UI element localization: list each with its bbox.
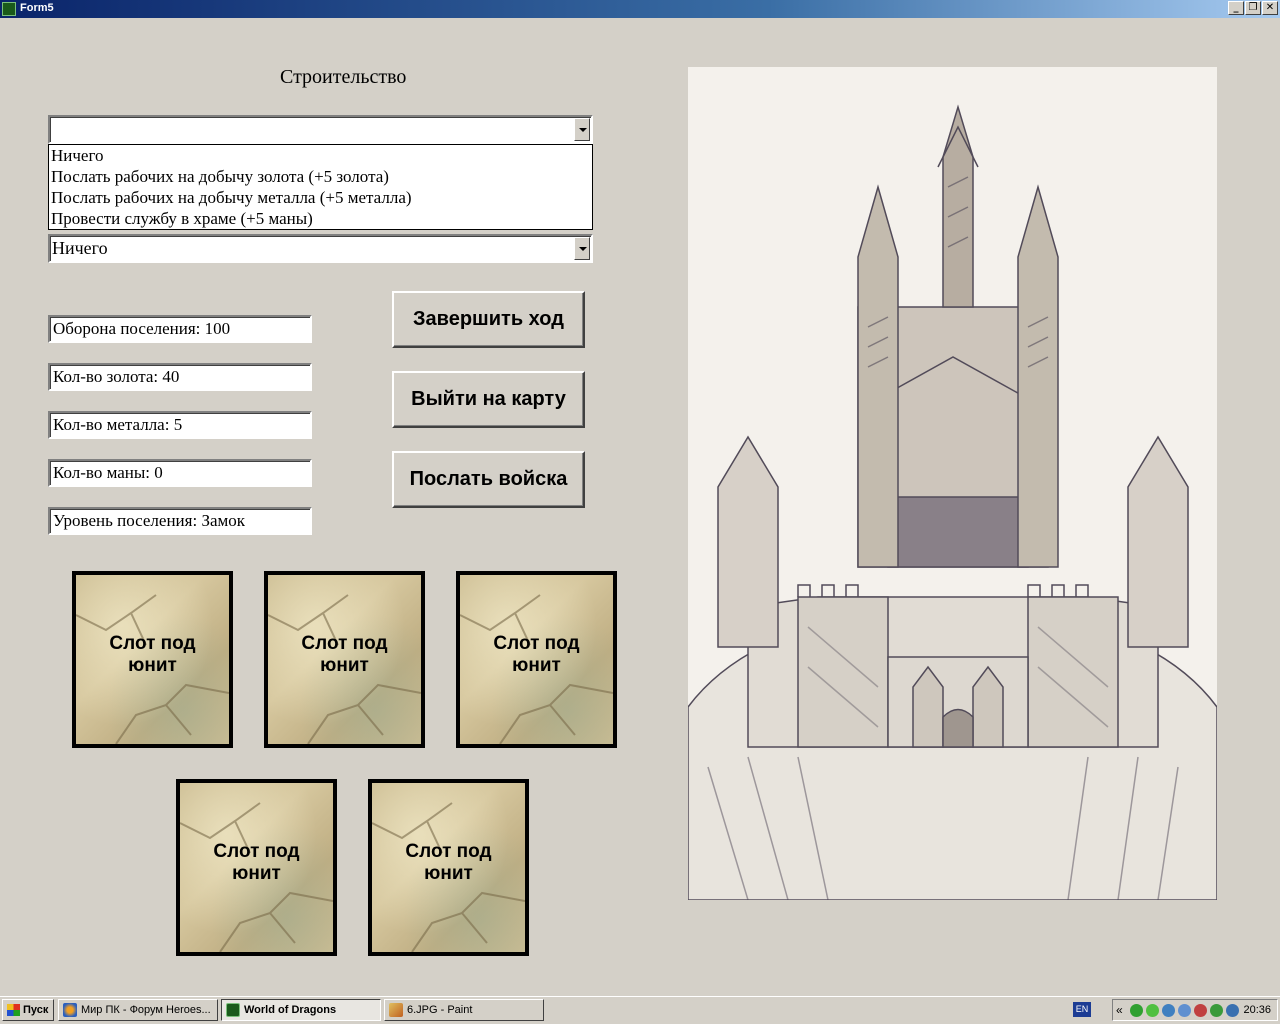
chevron-down-icon[interactable] [574, 237, 590, 260]
dropdown-option-nothing[interactable]: Ничего [51, 146, 104, 166]
start-button[interactable]: Пуск [2, 999, 54, 1021]
minimize-button[interactable]: _ [1228, 1, 1244, 15]
windows-logo-icon [7, 1004, 20, 1016]
taskbar-item-paint[interactable]: 6.JPG - Paint [384, 999, 544, 1021]
settlement-level-field[interactable]: Уровень поселения: Замок [48, 507, 312, 535]
tray-shield-icon[interactable] [1130, 1004, 1143, 1017]
tray-clover-icon[interactable] [1146, 1004, 1159, 1017]
chevron-down-icon[interactable] [574, 118, 590, 141]
firefox-icon [63, 1003, 77, 1017]
unit-slot[interactable]: Слот под юнит [264, 571, 425, 748]
tray-volume-icon[interactable] [1226, 1004, 1239, 1017]
close-button[interactable]: ✕ [1262, 1, 1278, 15]
slot-label: Слот под юнит [109, 633, 196, 676]
slot-label: Слот под юнит [493, 633, 580, 676]
window-titlebar[interactable]: Form5 _ ❐ ✕ [0, 0, 1280, 18]
taskbar-item-label: 6.JPG - Paint [407, 1004, 473, 1016]
window-title: Form5 [20, 2, 54, 14]
unit-slot[interactable]: Слот под юнит [456, 571, 617, 748]
unit-slot[interactable]: Слот под юнит [176, 779, 337, 956]
slot-label: Слот под юнит [405, 841, 492, 884]
tray-expand-chevron-icon[interactable]: « [1116, 1003, 1123, 1017]
language-indicator[interactable]: EN [1073, 1002, 1091, 1017]
construction-dropdown-list: Ничего Послать рабочих на добычу золота … [48, 144, 593, 230]
unit-slot[interactable]: Слот под юнит [368, 779, 529, 956]
tray-monitor-icon[interactable] [1178, 1004, 1191, 1017]
exit-to-map-button[interactable]: Выйти на карту [392, 371, 585, 428]
taskbar-item-label: Мир ПК - Форум Heroes... [81, 1004, 211, 1016]
dropdown-option-gold[interactable]: Послать рабочих на добычу золота (+5 зол… [51, 167, 389, 187]
construction-select[interactable] [48, 115, 593, 144]
dropdown-option-metal[interactable]: Послать рабочих на добычу металла (+5 ме… [51, 188, 412, 208]
restore-button[interactable]: ❐ [1245, 1, 1261, 15]
unit-slot[interactable]: Слот под юнит [72, 571, 233, 748]
app-icon [2, 2, 16, 16]
paint-icon [389, 1003, 403, 1017]
gold-field[interactable]: Кол-во золота: 40 [48, 363, 312, 391]
slot-label: Слот под юнит [301, 633, 388, 676]
taskbar-item-world-of-dragons[interactable]: World of Dragons [221, 999, 381, 1021]
clock[interactable]: 20:36 [1243, 1004, 1271, 1016]
worker-task-select[interactable]: Ничего [48, 234, 593, 263]
slot-label: Слот под юнит [213, 841, 300, 884]
start-label: Пуск [23, 1004, 49, 1016]
system-tray: « 20:36 [1112, 999, 1278, 1021]
tray-update-icon[interactable] [1210, 1004, 1223, 1017]
dropdown-option-temple[interactable]: Провести службу в храме (+5 маны) [51, 209, 313, 229]
worker-task-select-value: Ничего [52, 238, 108, 258]
defense-field[interactable]: Оборона поселения: 100 [48, 315, 312, 343]
castle-picture [688, 67, 1217, 900]
tray-network-icon[interactable] [1162, 1004, 1175, 1017]
mana-field[interactable]: Кол-во маны: 0 [48, 459, 312, 487]
castle-sketch [688, 104, 1217, 900]
end-turn-button[interactable]: Завершить ход [392, 291, 585, 348]
tray-antivirus-icon[interactable] [1194, 1004, 1207, 1017]
taskbar: Пуск Мир ПК - Форум Heroes... World of D… [0, 996, 1280, 1024]
taskbar-item-forum[interactable]: Мир ПК - Форум Heroes... [58, 999, 218, 1021]
construction-heading: Строительство [280, 66, 407, 88]
app-icon [226, 1003, 240, 1017]
metal-field[interactable]: Кол-во металла: 5 [48, 411, 312, 439]
taskbar-item-label: World of Dragons [244, 1004, 337, 1016]
send-troops-button[interactable]: Послать войска [392, 451, 585, 508]
